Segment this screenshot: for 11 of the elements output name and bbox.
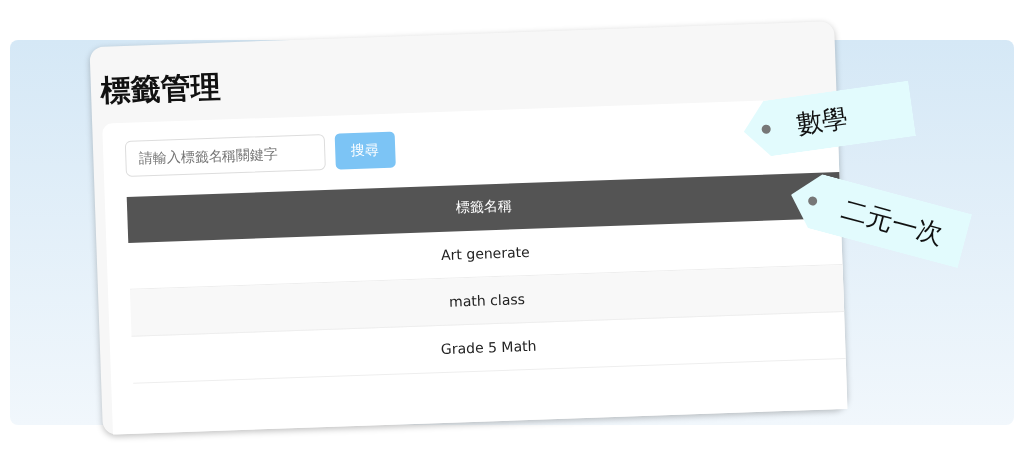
- table-cell: math class: [448, 291, 526, 310]
- table-cell: Art generate: [440, 243, 530, 263]
- page-title: 標籤管理: [100, 67, 222, 110]
- column-header: 標籤名稱: [455, 197, 513, 218]
- tag-text: 二元一次: [837, 192, 948, 252]
- hole-icon: [807, 195, 819, 207]
- tag-text: 數學: [793, 100, 851, 141]
- search-button[interactable]: 搜尋: [334, 131, 396, 170]
- search-field[interactable]: 請輸入標籤名稱關鍵字: [124, 133, 326, 177]
- hole-icon: [761, 123, 772, 134]
- table-cell: Grade 5 Math: [440, 337, 537, 358]
